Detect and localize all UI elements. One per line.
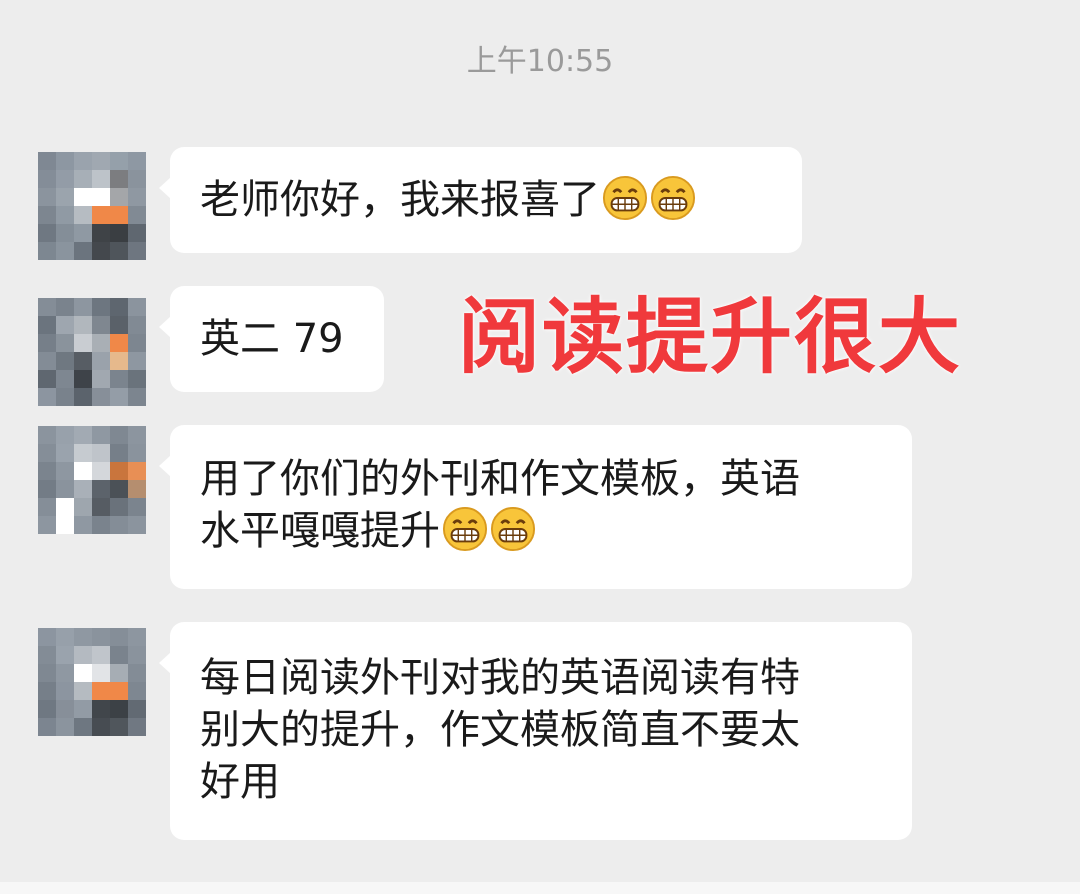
message-text: 英二 79 — [200, 316, 344, 362]
grinning-face-emoji-icon — [442, 506, 488, 552]
avatar[interactable] — [38, 628, 146, 736]
avatar[interactable] — [38, 298, 146, 406]
message-text: 老师你好，我来报喜了 — [200, 177, 600, 223]
message-bubble[interactable]: 每日阅读外刊对我的英语阅读有特 别大的提升，作文模板简直不要太 好用 — [159, 622, 912, 840]
overlay-caption: 阅读提升很大 — [458, 290, 963, 385]
message-text-line: 每日阅读外刊对我的英语阅读有特 — [200, 655, 800, 701]
message-timestamp: 上午10:55 — [466, 44, 614, 79]
message-text-line: 别大的提升，作文模板简直不要太 — [200, 707, 800, 753]
message-text-line-with-emoji: 水平嘎嘎提升 — [200, 505, 882, 557]
message-bubble[interactable]: 老师你好，我来报喜了 — [159, 147, 802, 253]
message-text-line: 好用 — [200, 759, 280, 805]
message-text: 水平嘎嘎提升 — [200, 508, 440, 554]
avatar[interactable] — [38, 426, 146, 534]
message-text-line: 用了你们的外刊和作文模板，英语 — [200, 456, 800, 502]
message-bubble[interactable]: 英二 79 — [159, 286, 384, 392]
grinning-face-emoji-icon — [490, 506, 536, 552]
message-bubble[interactable]: 用了你们的外刊和作文模板，英语 水平嘎嘎提升 — [159, 425, 912, 589]
grinning-face-emoji-icon — [602, 175, 648, 221]
grinning-face-emoji-icon — [650, 175, 696, 221]
bottom-bar — [0, 882, 1080, 894]
avatar[interactable] — [38, 152, 146, 260]
